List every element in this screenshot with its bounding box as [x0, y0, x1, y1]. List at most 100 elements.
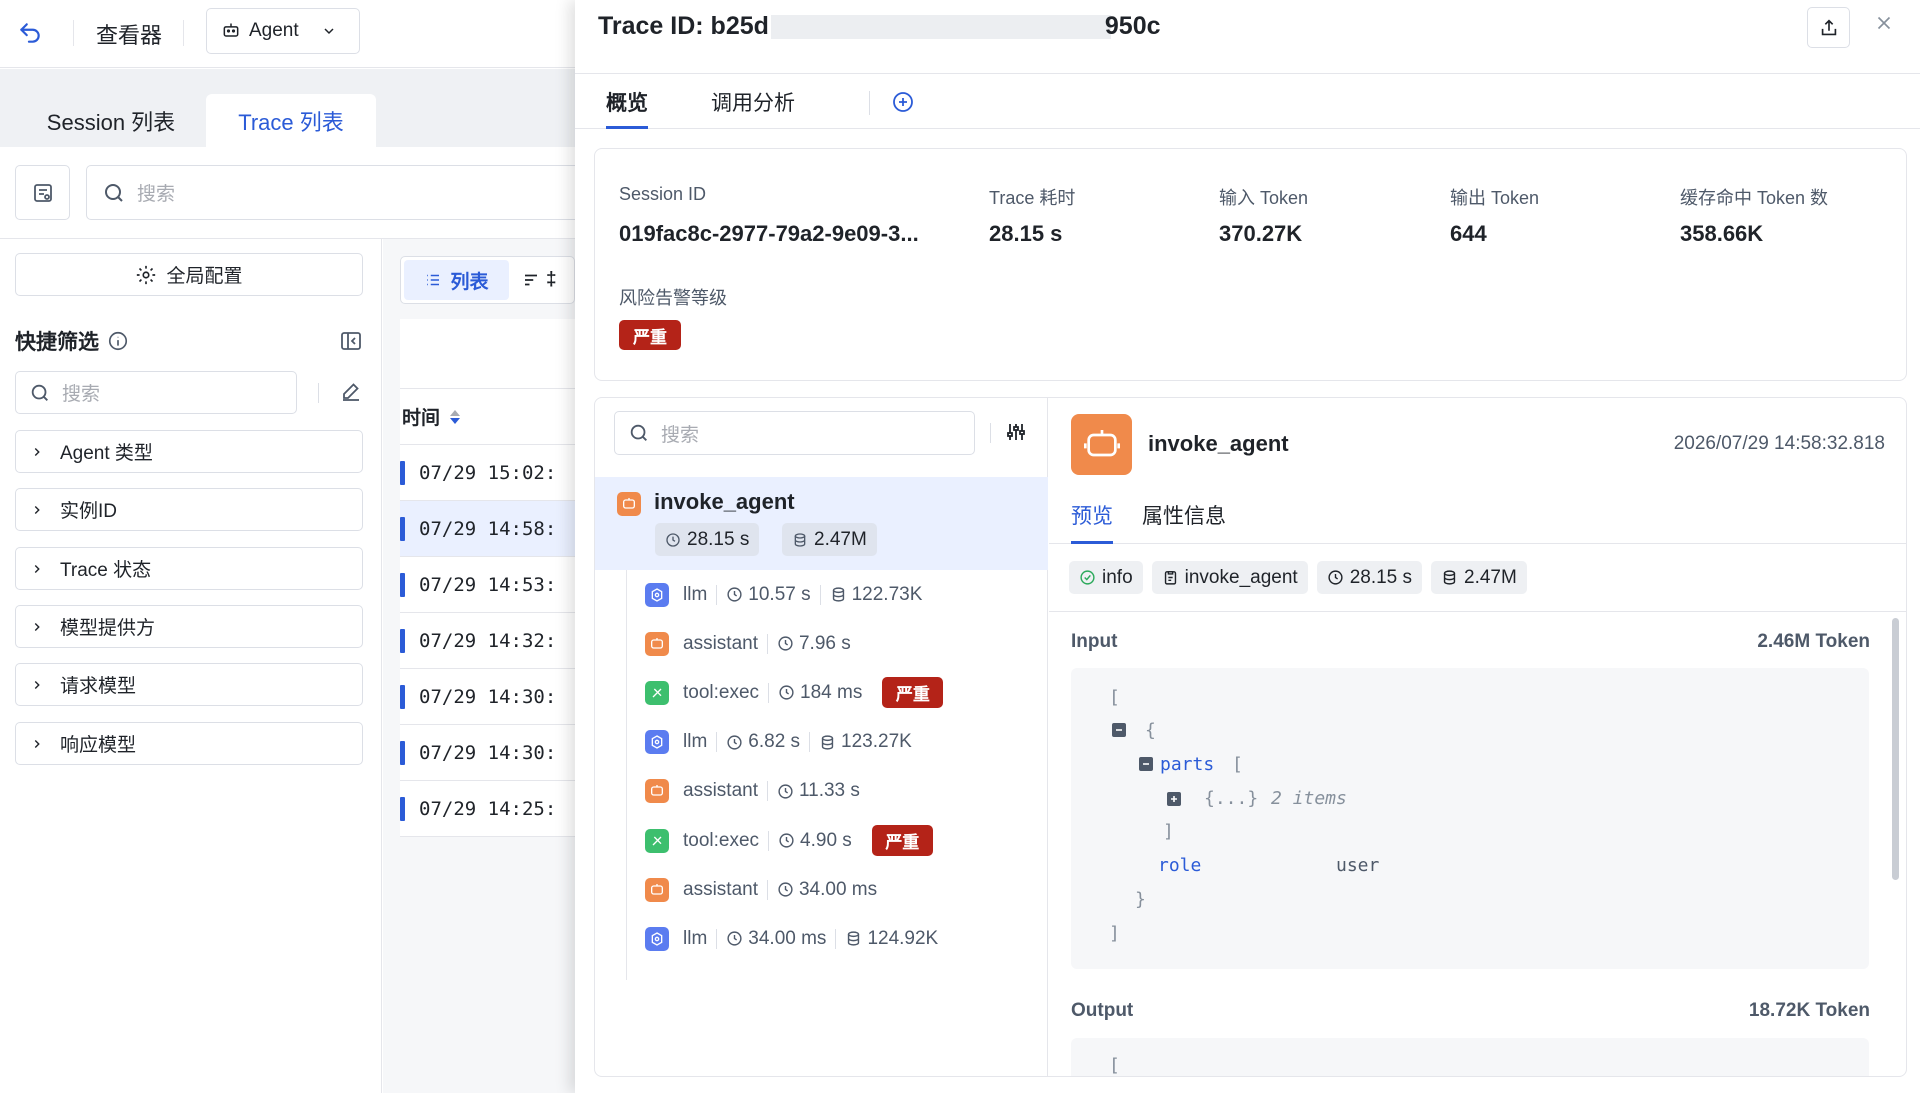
collapse-icon[interactable]: [1112, 723, 1126, 737]
table-row[interactable]: 07/29 14:30:: [400, 669, 575, 725]
view-sort-button[interactable]: ‡: [522, 260, 574, 300]
collapse-icon[interactable]: [1139, 757, 1153, 771]
tab-attributes-label: 属性信息: [1142, 505, 1226, 528]
quick-filter-header: 快捷筛选: [15, 326, 129, 356]
span-row-tool[interactable]: tool:exec 4.90 s 严重: [595, 816, 1048, 865]
close-icon[interactable]: [1873, 12, 1895, 34]
span-tree: 搜索 invoke_agent 28.15 s 2.47M llm 10.57 s…: [595, 398, 1048, 1076]
session-id-value[interactable]: 019fac8c-2977-79a2-9e09-3...: [619, 221, 919, 247]
database-icon: [792, 532, 808, 548]
detail-tabs: 预览 属性信息: [1049, 488, 1906, 544]
trace-id-title: Trace ID: b25d 950c: [598, 12, 1161, 41]
divider: [990, 423, 991, 443]
token-chip: 2.47M: [782, 523, 877, 556]
tool-icon: [645, 680, 669, 705]
row-time: 07/29 14:30:: [419, 685, 557, 708]
span-row-agent[interactable]: assistant 34.00 ms: [595, 865, 1048, 914]
table-row[interactable]: 07/29 15:02:: [400, 445, 575, 501]
token-chip: 2.47M: [1431, 561, 1527, 594]
tab-preview-label: 预览: [1071, 505, 1113, 528]
tab-preview[interactable]: 预览: [1071, 500, 1113, 544]
table-row[interactable]: 07/29 14:32:: [400, 613, 575, 669]
span-row-llm[interactable]: llm 34.00 ms 124.92K: [595, 914, 1048, 963]
filter-sidebar: 全局配置 快捷筛选 搜索 Agent 类型 实例ID Trace 状态 模型提供…: [0, 239, 382, 1093]
info-icon[interactable]: [107, 330, 129, 352]
clock-icon: [777, 881, 794, 898]
span-search[interactable]: 搜索: [614, 411, 975, 455]
table-row[interactable]: 07/29 14:25:: [400, 781, 575, 837]
filter-trace-status[interactable]: Trace 状态: [15, 547, 363, 590]
tab-overview[interactable]: 概览: [606, 87, 648, 129]
json-collapsed[interactable]: {...}: [1204, 788, 1258, 809]
search-input[interactable]: 搜索: [137, 179, 175, 206]
global-config-button[interactable]: 全局配置: [15, 253, 363, 296]
json-bracket: ]: [1109, 923, 1120, 944]
divider: [835, 928, 837, 949]
llm-icon: [645, 730, 669, 755]
view-list-button[interactable]: 列表: [404, 260, 509, 300]
tab-overview-label: 概览: [606, 92, 648, 115]
filter-model-provider[interactable]: 模型提供方: [15, 605, 363, 648]
session-id-label: Session ID: [619, 184, 707, 204]
filter-response-model[interactable]: 响应模型: [15, 722, 363, 765]
search-icon: [102, 181, 126, 205]
tab-trace-list[interactable]: Trace 列表: [206, 94, 376, 147]
span-row-agent[interactable]: assistant 7.96 s: [595, 619, 1048, 668]
filter-search-input[interactable]: 搜索: [62, 379, 100, 406]
risk-level-label: 风险告警等级: [619, 288, 727, 308]
agent-icon: [645, 779, 669, 804]
table-row[interactable]: 07/29 14:30:: [400, 725, 575, 781]
gear-icon: [135, 264, 157, 286]
time-column-header[interactable]: 时间: [400, 389, 575, 445]
tab-attributes[interactable]: 属性信息: [1142, 500, 1226, 530]
span-name: llm: [683, 927, 708, 949]
filter-search[interactable]: 搜索: [15, 371, 297, 414]
filter-request-model[interactable]: 请求模型: [15, 663, 363, 706]
scrollbar-thumb[interactable]: [1892, 618, 1899, 880]
list-tabs: Session 列表 Trace 列表: [0, 69, 575, 147]
trace-id-redaction: [770, 14, 1111, 39]
agent-type-select[interactable]: Agent: [206, 8, 360, 54]
tab-call-analysis[interactable]: 调用分析: [711, 87, 795, 117]
add-tab-icon[interactable]: [891, 90, 915, 114]
span-tokens: 123.27K: [841, 731, 912, 753]
span-row-agent[interactable]: assistant 11.33 s: [595, 767, 1048, 816]
trace-duration-value: 28.15 s: [989, 221, 1063, 246]
row-marker: [400, 460, 405, 485]
clock-icon: [778, 832, 795, 849]
divider: [766, 633, 768, 654]
span-row-llm[interactable]: llm 6.82 s 123.27K: [595, 718, 1048, 767]
span-name: tool:exec: [683, 829, 760, 851]
search-icon: [628, 422, 650, 444]
table-row[interactable]: 07/29 14:53:: [400, 557, 575, 613]
collapse-sidebar-icon[interactable]: [339, 329, 363, 353]
tab-session-list[interactable]: Session 列表: [19, 94, 203, 147]
edit-icon[interactable]: [339, 380, 363, 404]
filter-agent-type[interactable]: Agent 类型: [15, 430, 363, 473]
report-button[interactable]: [15, 165, 70, 220]
top-bar: 查看器 Agent: [0, 0, 575, 68]
expand-icon[interactable]: [1167, 792, 1181, 806]
trace-duration-label: Trace 耗时: [989, 188, 1076, 208]
export-button[interactable]: [1807, 7, 1850, 48]
back-icon[interactable]: [15, 18, 45, 48]
row-marker: [400, 796, 405, 821]
tool-icon: [645, 828, 669, 853]
span-row-llm[interactable]: llm 10.57 s 122.73K: [595, 570, 1048, 619]
json-bracket: [: [1232, 754, 1243, 775]
json-key-parts: parts: [1160, 754, 1215, 775]
span-duration: 4.90 s: [800, 829, 852, 851]
span-search-input[interactable]: 搜索: [661, 420, 699, 447]
span-duration: 10.57 s: [748, 583, 811, 605]
divider: [183, 20, 184, 46]
divider: [819, 584, 821, 605]
filter-instance-id[interactable]: 实例ID: [15, 488, 363, 531]
filter-settings-icon[interactable]: [1004, 420, 1028, 444]
view-other-label: ‡: [546, 269, 557, 290]
clipboard-icon: [1162, 569, 1179, 586]
span-row-tool[interactable]: tool:exec 184 ms 严重: [595, 668, 1048, 717]
table-row-selected[interactable]: 07/29 14:58:: [400, 501, 575, 557]
span-root-invoke-agent[interactable]: invoke_agent 28.15 s 2.47M: [595, 477, 1048, 570]
row-time: 07/29 14:32:: [419, 629, 557, 652]
trace-search[interactable]: 搜索: [86, 165, 575, 220]
